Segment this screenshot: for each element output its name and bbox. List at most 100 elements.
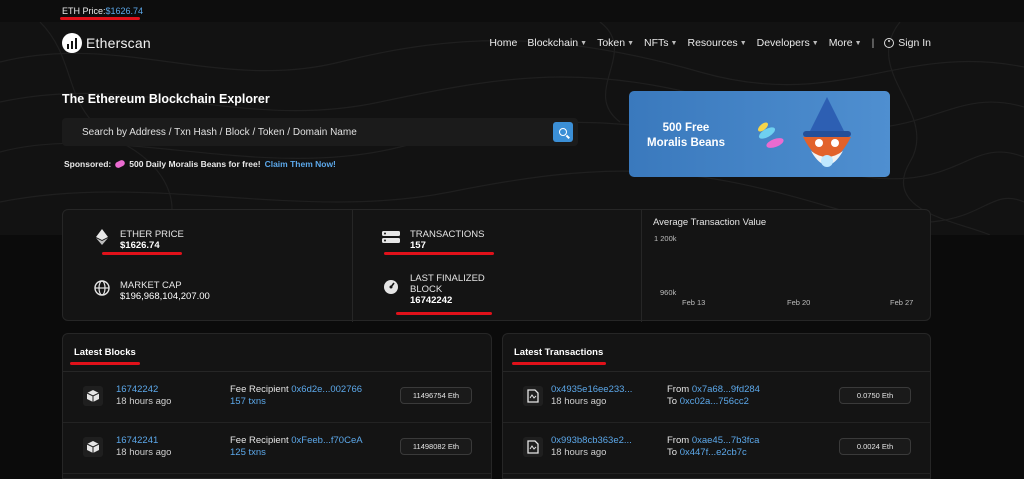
cube-icon — [83, 386, 103, 406]
etherscan-logo-icon — [62, 33, 82, 53]
last-finalized-label-1: LAST FINALIZED — [410, 273, 485, 284]
stats-panel: ETHER PRICE $1626.74 MARKET CAP $196,968… — [62, 209, 931, 322]
chevron-down-icon: ▼ — [854, 39, 862, 47]
ad-text: 500 Free Moralis Beans — [647, 121, 725, 151]
block-number-link[interactable]: 16742241 — [116, 435, 171, 447]
txn-hash-link[interactable]: 0x4935e16ee233... — [551, 384, 632, 396]
nav-home[interactable]: Home — [489, 37, 517, 49]
document-icon — [523, 437, 543, 457]
txn-amount-badge: 0.0024 Eth — [839, 438, 911, 455]
highlight-underline — [60, 17, 140, 20]
ethereum-icon — [94, 229, 110, 245]
claim-link[interactable]: Claim Them Now! — [265, 159, 336, 169]
x-tick-label: Feb 27 — [890, 298, 913, 307]
highlight-underline — [70, 362, 140, 365]
nav-label: Home — [489, 37, 518, 49]
highlight-underline — [102, 252, 182, 255]
panel-header: Latest Transactions — [503, 334, 930, 372]
ether-price-value[interactable]: $1626.74 — [120, 240, 184, 252]
latest-blocks-panel: Latest Blocks 16742242 18 hours ago Fee R… — [62, 333, 492, 479]
sponsored-label: Sponsored: — [64, 159, 112, 169]
main-nav: Home Blockchain ▼ Token ▼ NFTs ▼ Resources ▼… — [489, 37, 931, 49]
highlight-underline — [384, 252, 494, 255]
nav-more[interactable]: More ▼ — [829, 37, 862, 49]
x-tick-label: Feb 20 — [787, 298, 810, 307]
chevron-down-icon: ▼ — [811, 39, 819, 47]
search-icon — [559, 128, 567, 136]
block-age: 18 hours ago — [116, 396, 172, 407]
highlight-underline — [396, 312, 492, 315]
sponsored-text: 500 Daily Moralis Beans for free! — [129, 159, 261, 169]
server-icon — [382, 229, 400, 245]
divider — [352, 210, 353, 322]
to-label: To — [667, 396, 678, 407]
nav-label: NFTs — [644, 37, 669, 49]
nav-nfts[interactable]: NFTs ▼ — [644, 37, 677, 49]
txns-link[interactable]: 157 txns — [230, 396, 266, 407]
highlight-underline — [512, 362, 606, 365]
from-label: From — [667, 435, 690, 446]
latest-blocks-title: Latest Blocks — [74, 347, 136, 358]
search-input[interactable] — [82, 124, 542, 140]
search-bar — [62, 118, 578, 146]
chevron-down-icon: ▼ — [627, 39, 635, 47]
last-finalized-label-2: BLOCK — [410, 284, 443, 295]
chevron-down-icon: ▼ — [580, 39, 588, 47]
document-icon — [523, 386, 543, 406]
nav-label: Developers — [756, 37, 810, 49]
last-finalized-value[interactable]: 16742242 — [410, 295, 485, 307]
transactions-value[interactable]: 157 — [410, 240, 484, 252]
txns-link[interactable]: 125 txns — [230, 447, 266, 458]
etherscan-logo[interactable]: Etherscan — [62, 33, 151, 53]
ad-line-2: Moralis Beans — [647, 137, 725, 149]
nav-token[interactable]: Token ▼ — [597, 37, 634, 49]
block-reward-badge: 11498082 Eth — [400, 438, 472, 455]
nav-blockchain[interactable]: Blockchain ▼ — [527, 37, 587, 49]
bean-icon — [114, 159, 127, 169]
chevron-down-icon: ▼ — [670, 39, 678, 47]
txn-hash-link[interactable]: 0x993b8cb363e2... — [551, 435, 632, 447]
x-tick-label: Feb 13 — [682, 298, 705, 307]
to-address-link[interactable]: 0xc02a...756cc2 — [680, 396, 749, 407]
y-tick-label: 1 200k — [654, 234, 677, 243]
search-button[interactable] — [553, 122, 573, 142]
latest-transactions-panel: Latest Transactions 0x4935e16ee233... 18 … — [502, 333, 931, 479]
fee-recipient-link[interactable]: 0x6d2e...002766 — [291, 384, 362, 395]
nav-label: Resources — [687, 37, 738, 49]
ad-banner[interactable]: 500 Free Moralis Beans — [629, 91, 890, 177]
logo-text: Etherscan — [86, 35, 151, 51]
nav-resources[interactable]: Resources ▼ — [687, 37, 746, 49]
from-address-link[interactable]: 0x7a68...9fd284 — [692, 384, 760, 395]
top-bar: ETH Price:$1626.74 — [0, 0, 1024, 22]
ether-price-stat: ETHER PRICE $1626.74 — [94, 229, 184, 252]
table-row: 0x993b8cb363e2... 18 hours ago From 0xae4… — [503, 423, 930, 474]
fee-recipient-link[interactable]: 0xFeeb...f70CeA — [291, 435, 362, 446]
transactions-label: TRANSACTIONS — [410, 229, 485, 240]
nav-label: More — [828, 37, 853, 49]
sign-in-link[interactable]: Sign In — [884, 37, 931, 49]
nav-label: Token — [597, 37, 626, 49]
txn-age: 18 hours ago — [551, 447, 607, 458]
block-reward-badge: 11496754 Eth — [400, 387, 472, 404]
chevron-down-icon: ▼ — [739, 39, 747, 47]
market-cap-value: $196,968,104,207.00 — [120, 291, 210, 302]
nav-developers[interactable]: Developers ▼ — [757, 37, 819, 49]
txn-amount-badge: 0.0750 Eth — [839, 387, 911, 404]
block-number-link[interactable]: 16742242 — [116, 384, 171, 396]
page-title: The Ethereum Blockchain Explorer — [62, 92, 270, 106]
eth-price-value: $1626.74 — [105, 6, 144, 16]
wizard-illustration — [758, 97, 851, 167]
ether-price-label: ETHER PRICE — [120, 229, 184, 240]
market-cap-label: MARKET CAP — [120, 280, 182, 291]
table-row: 0x4935e16ee233... 18 hours ago From 0x7a6… — [503, 372, 930, 423]
table-row: 16742242 18 hours ago Fee Recipient 0x6d2… — [63, 372, 491, 423]
from-label: From — [667, 384, 690, 395]
transactions-stat: TRANSACTIONS 157 — [382, 229, 484, 252]
ad-line-1: 500 Free — [662, 122, 710, 134]
to-address-link[interactable]: 0x447f...e2cb7c — [680, 447, 747, 458]
fee-recipient-label: Fee Recipient — [230, 435, 289, 446]
eth-price-ticker[interactable]: ETH Price:$1626.74 — [62, 6, 143, 16]
table-row: 16742241 18 hours ago Fee Recipient 0xFee… — [63, 423, 491, 474]
from-address-link[interactable]: 0xae45...7b3fca — [692, 435, 760, 446]
market-cap-stat: MARKET CAP $196,968,104,207.00 — [94, 280, 210, 303]
